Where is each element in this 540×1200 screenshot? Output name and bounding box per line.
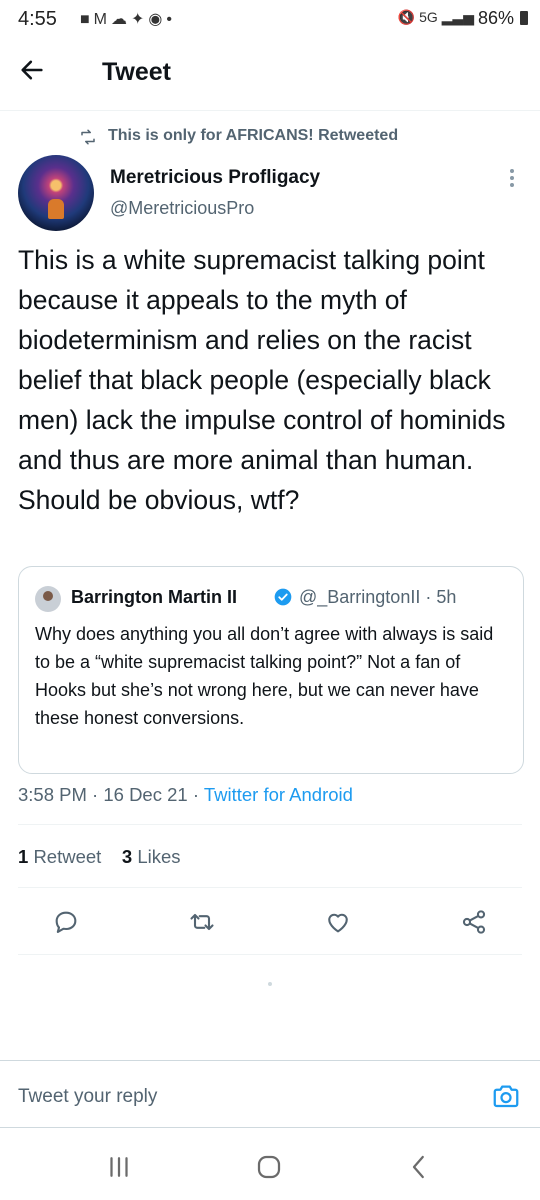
divider: [18, 954, 522, 955]
status-time: 4:55: [18, 8, 57, 30]
battery-percent: 86%: [477, 8, 514, 28]
tweet-time: 3:58 PM: [18, 784, 87, 805]
retweets-count: 1: [18, 846, 29, 867]
quoted-handle: @_BarringtonII: [299, 587, 421, 607]
tweet-date: 16 Dec 21: [103, 784, 188, 805]
tweet-timestamp: 3:58 PM · 16 Dec 21 · Twitter for Androi…: [18, 784, 353, 806]
author-name[interactable]: Meretricious Profligacy: [110, 167, 320, 189]
timestamp-separator: ·: [92, 784, 99, 805]
signal-icon: ▂▃▅: [441, 9, 474, 25]
likes-label: Likes: [137, 846, 181, 867]
verified-badge-icon: [274, 588, 292, 606]
more-options-button[interactable]: [504, 166, 520, 190]
like-button[interactable]: [324, 908, 352, 936]
tweet-text: This is a white supremacist talking poin…: [18, 245, 506, 515]
retweet-context-text: This is only for AFRICANS! Retweeted: [108, 127, 399, 144]
5g-icon: 5G: [419, 9, 438, 25]
retweet-small-icon: [81, 129, 95, 145]
loading-indicator: [268, 982, 272, 986]
notification-icons: ■M☁✦◉•: [80, 9, 176, 29]
retweets-label: Retweet: [33, 846, 102, 867]
retweet-icon: [190, 913, 214, 931]
divider: [18, 887, 522, 888]
back-nav-button[interactable]: [404, 1152, 434, 1182]
share-button[interactable]: [460, 908, 488, 936]
quoted-tweet-text: Why does anything you all don’t agree wi…: [35, 624, 494, 728]
tweet-stats: 1 Retweet 3 Likes: [18, 846, 181, 868]
system-nav-bar: [0, 1128, 540, 1200]
home-button[interactable]: [254, 1152, 284, 1182]
likes-count: 3: [121, 846, 133, 867]
reply-button[interactable]: [52, 908, 80, 936]
retweet-button[interactable]: [188, 908, 216, 936]
status-bar: 4:55 ■M☁✦◉• 🔇 5G ▂▃▅ 86%: [0, 0, 540, 36]
recent-apps-icon: [110, 1157, 128, 1177]
cloud-icon: ☁: [111, 11, 131, 28]
mute-icon: 🔇: [397, 9, 416, 25]
chat-icon: ■: [80, 11, 94, 28]
back-button[interactable]: [18, 56, 58, 90]
author-handle[interactable]: @MeretriciousPro: [110, 198, 254, 219]
reply-input[interactable]: [18, 1083, 438, 1111]
share-icon: [462, 910, 486, 934]
like-icon: [328, 913, 348, 933]
reply-bar: [0, 1060, 540, 1128]
quoted-meta: @_BarringtonII · 5h: [299, 587, 456, 608]
timestamp-separator: ·: [192, 784, 200, 805]
quoted-tweet-card[interactable]: Barrington Martin II @_BarringtonII · 5h…: [18, 566, 524, 774]
arrow-left-icon: [21, 60, 43, 80]
quoted-author-avatar: [35, 586, 61, 612]
quoted-age: 5h: [436, 587, 457, 607]
reddit-icon: ◉: [148, 11, 167, 28]
reply-icon: [55, 911, 77, 933]
app-header: Tweet: [0, 36, 540, 111]
tweet-actions: [0, 894, 540, 950]
battery-icon: [520, 11, 528, 25]
page-title: Tweet: [102, 58, 171, 86]
camera-icon: [493, 1085, 519, 1108]
recent-apps-button[interactable]: [104, 1152, 134, 1182]
likes-stat[interactable]: 3 Likes: [122, 846, 181, 867]
divider: [18, 824, 522, 825]
quoted-author-name: Barrington Martin II: [71, 587, 237, 607]
author-avatar[interactable]: [18, 155, 94, 231]
home-icon: [257, 1155, 281, 1179]
more-vertical-icon: [510, 169, 514, 173]
retweets-stat[interactable]: 1 Retweet: [18, 846, 101, 867]
gmail-icon: M: [93, 11, 111, 28]
quoted-separator: ·: [425, 587, 432, 607]
chevron-left-icon: [412, 1155, 424, 1179]
camera-button[interactable]: [490, 1081, 522, 1111]
tweet-source-link[interactable]: Twitter for Android: [204, 784, 353, 805]
twitter-icon: ✦: [131, 11, 149, 28]
dot-icon: •: [166, 11, 176, 28]
system-icons: 🔇 5G ▂▃▅: [398, 9, 474, 26]
